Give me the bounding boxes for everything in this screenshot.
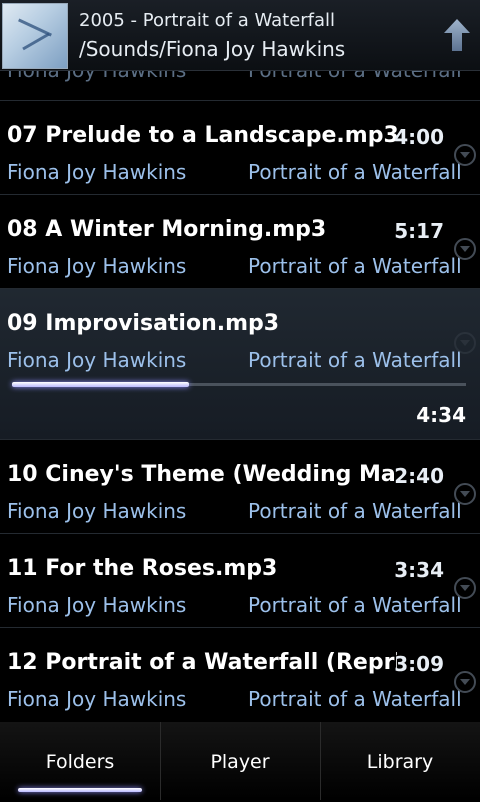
track-artist: Fiona Joy Hawkins bbox=[7, 348, 187, 372]
track-row[interactable]: 12 Portrait of a Waterfall (Reprise)… 3:… bbox=[0, 628, 480, 721]
track-duration: 3:09 bbox=[394, 652, 444, 676]
album-title: 2005 - Portrait of a Waterfall bbox=[79, 10, 336, 31]
track-artist: Fiona Joy Hawkins bbox=[7, 687, 187, 711]
seek-bar-progress bbox=[12, 382, 190, 387]
track-artist: Fiona Joy Hawkins bbox=[7, 499, 187, 523]
chevron-down-circle-icon[interactable] bbox=[454, 238, 476, 260]
chevron-down-circle-icon[interactable] bbox=[454, 332, 476, 354]
track-album: Portrait of a Waterfall bbox=[248, 348, 462, 372]
album-art-thumbnail[interactable] bbox=[2, 3, 68, 69]
track-album: Portrait of a Waterfall bbox=[248, 687, 462, 711]
track-album: Portrait of a Waterfall bbox=[248, 254, 462, 278]
track-title: 07 Prelude to a Landscape.mp3 bbox=[7, 123, 397, 148]
track-row[interactable]: 07 Prelude to a Landscape.mp3 4:00 Fiona… bbox=[0, 101, 480, 195]
ghost-album: Portrait of a Waterfall bbox=[248, 70, 462, 82]
header-bar: 2005 - Portrait of a Waterfall /Sounds/F… bbox=[0, 0, 480, 71]
tab-player[interactable]: Player bbox=[160, 722, 320, 800]
track-album: Portrait of a Waterfall bbox=[248, 499, 462, 523]
track-row[interactable]: 11 For the Roses.mp3 3:34 Fiona Joy Hawk… bbox=[0, 534, 480, 628]
track-title: 08 A Winter Morning.mp3 bbox=[7, 217, 327, 242]
ghost-artist: Fiona Joy Hawkins bbox=[7, 70, 187, 82]
chevron-down-circle-icon[interactable] bbox=[454, 144, 476, 166]
chevron-down-circle-icon[interactable] bbox=[454, 577, 476, 599]
chevron-down-circle-icon[interactable] bbox=[454, 483, 476, 505]
tab-library[interactable]: Library bbox=[320, 722, 480, 800]
track-title: 09 Improvisation.mp3 bbox=[7, 311, 280, 336]
track-artist: Fiona Joy Hawkins bbox=[7, 593, 187, 617]
elapsed-time: 4:34 bbox=[416, 403, 466, 427]
track-album: Portrait of a Waterfall bbox=[248, 160, 462, 184]
active-tab-indicator bbox=[18, 788, 142, 792]
track-artist: Fiona Joy Hawkins bbox=[7, 160, 187, 184]
track-row[interactable]: 10 Ciney's Theme (Wedding March… 2:40 Fi… bbox=[0, 440, 480, 534]
track-title: 10 Ciney's Theme (Wedding March… bbox=[7, 462, 397, 487]
up-arrow-icon[interactable] bbox=[443, 18, 471, 52]
chevron-down-circle-icon[interactable] bbox=[454, 671, 476, 693]
track-duration: 5:17 bbox=[394, 219, 444, 243]
track-duration: 2:40 bbox=[394, 464, 444, 488]
track-row[interactable]: 08 A Winter Morning.mp3 5:17 Fiona Joy H… bbox=[0, 195, 480, 289]
seek-bar[interactable] bbox=[12, 382, 466, 387]
previous-track-partial[interactable]: Fiona Joy Hawkins Portrait of a Waterfal… bbox=[0, 70, 480, 101]
now-playing-track-row[interactable]: 09 Improvisation.mp3 Fiona Joy Hawkins P… bbox=[0, 289, 480, 440]
folder-path: /Sounds/Fiona Joy Hawkins bbox=[79, 37, 346, 61]
track-title: 11 For the Roses.mp3 bbox=[7, 556, 278, 581]
bottom-navigation: Folders Player Library bbox=[0, 722, 480, 800]
track-duration: 4:00 bbox=[394, 125, 444, 149]
track-artist: Fiona Joy Hawkins bbox=[7, 254, 187, 278]
track-album: Portrait of a Waterfall bbox=[248, 593, 462, 617]
track-title: 12 Portrait of a Waterfall (Reprise)… bbox=[7, 650, 397, 675]
track-duration: 3:34 bbox=[394, 558, 444, 582]
